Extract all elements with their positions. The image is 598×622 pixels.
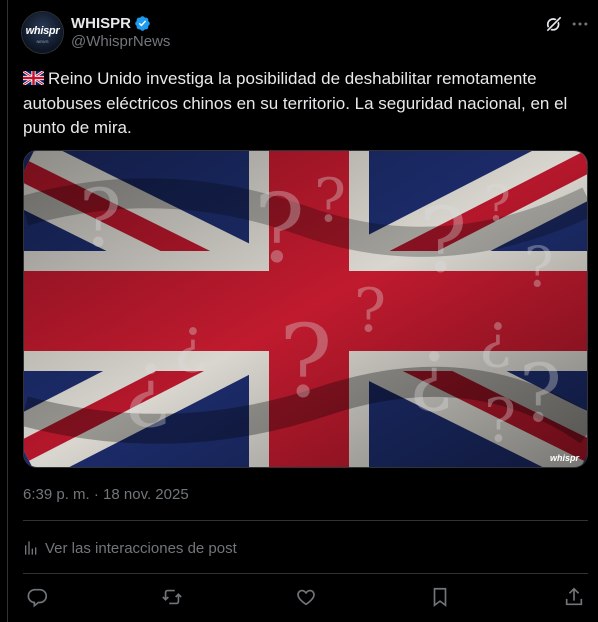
action-bar <box>23 586 588 610</box>
like-button[interactable] <box>295 586 319 610</box>
display-name[interactable]: WHISPR <box>71 15 131 32</box>
thread-rail <box>7 0 8 622</box>
analytics-icon <box>25 541 37 555</box>
repost-button[interactable] <box>161 586 185 610</box>
svg-text:?: ? <box>524 235 554 299</box>
avatar[interactable]: whispr NEWS <box>22 12 63 53</box>
view-interactions-link[interactable]: Ver las interacciones de post <box>23 538 237 558</box>
reply-icon <box>27 588 48 608</box>
tweet-text: Reino Unido investiga la posibilidad de … <box>23 69 568 137</box>
svg-text:¿: ¿ <box>124 333 170 432</box>
share-icon <box>565 587 583 606</box>
avatar-logo-subtext: NEWS <box>36 39 49 44</box>
view-interactions-label: Ver las interacciones de post <box>45 539 237 557</box>
divider-top <box>23 520 588 521</box>
svg-text:¿: ¿ <box>409 322 452 415</box>
svg-text:?: ? <box>519 347 562 440</box>
svg-text:?: ? <box>79 172 122 265</box>
svg-text:?: ? <box>354 276 386 346</box>
tweet-image[interactable]: ? ? ? ? ? ? ? ¿ ¿ ¿ ¿ ? ? ? whispr <box>23 150 588 468</box>
name-row: WHISPR <box>71 13 151 33</box>
bookmark-button[interactable] <box>429 586 453 610</box>
reply-button[interactable] <box>27 586 51 610</box>
svg-text:¿: ¿ <box>479 301 511 371</box>
svg-text:?: ? <box>419 188 467 293</box>
svg-text:?: ? <box>279 303 333 420</box>
uk-flag-icon <box>23 71 44 85</box>
uk-flag-image: ? ? ? ? ? ? ? ¿ ¿ ¿ ¿ ? ? ? <box>24 151 587 467</box>
verified-badge-icon[interactable] <box>134 15 151 32</box>
heart-icon <box>297 589 315 606</box>
repost-icon <box>162 589 182 605</box>
svg-text:?: ? <box>484 386 516 456</box>
tweet-header: whispr NEWS WHISPR @WhisprNews <box>22 11 592 55</box>
handle[interactable]: @WhisprNews <box>71 33 170 50</box>
svg-text:?: ? <box>254 174 305 284</box>
bookmark-icon <box>433 587 447 607</box>
tweet-timestamp[interactable]: 6:39 p. m. · 18 nov. 2025 <box>23 486 189 503</box>
svg-text:?: ? <box>484 175 511 233</box>
image-watermark: whispr <box>549 453 579 463</box>
divider-bottom <box>23 573 588 574</box>
avatar-logo-text: whispr <box>25 25 60 37</box>
svg-text:?: ? <box>314 166 346 236</box>
grok-icon[interactable] <box>544 14 564 34</box>
share-button[interactable] <box>563 586 587 610</box>
tweet-body: Reino Unido investiga la posibilidad de … <box>23 67 588 141</box>
svg-text:¿: ¿ <box>174 306 206 376</box>
more-options-icon[interactable] <box>570 14 590 34</box>
